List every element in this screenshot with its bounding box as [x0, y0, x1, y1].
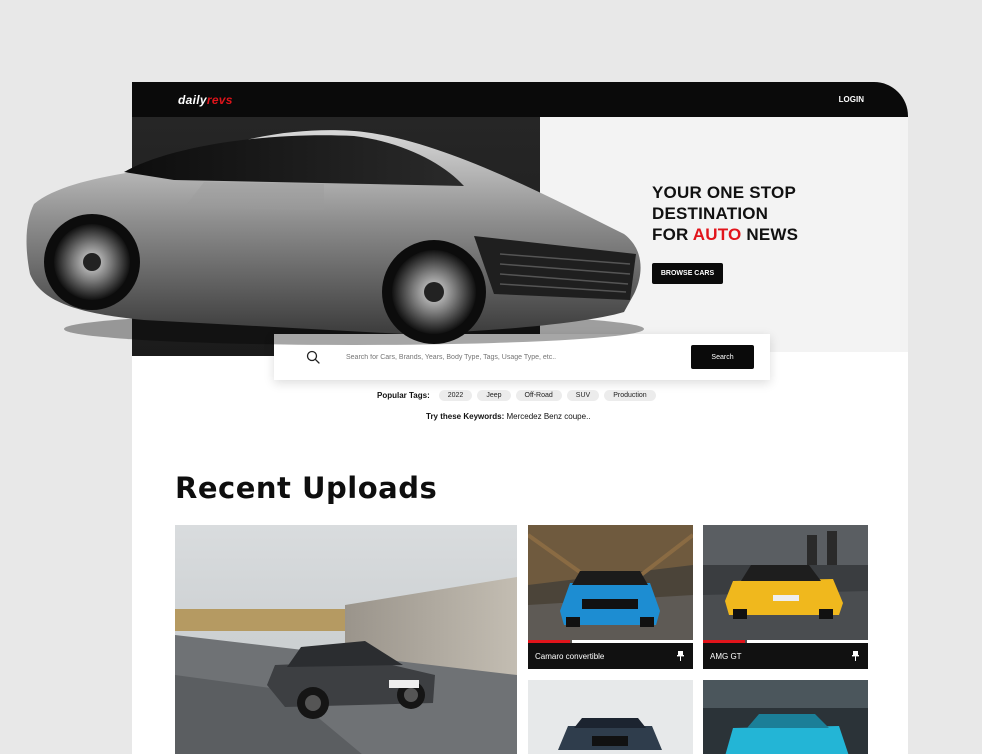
- headline-line-2: DESTINATION: [652, 204, 769, 223]
- search-button[interactable]: Search: [691, 345, 754, 369]
- site-logo[interactable]: dailyrevs: [178, 93, 233, 107]
- hero-headline: YOUR ONE STOP DESTINATION FOR AUTO NEWS: [652, 182, 798, 245]
- upload-card[interactable]: Camaro convertible: [528, 525, 693, 669]
- card-title: AMG GT: [710, 651, 742, 661]
- tag-suv[interactable]: SUV: [566, 390, 600, 401]
- tag-jeep[interactable]: Jeep: [477, 390, 511, 401]
- card-caption: AMG GT: [703, 643, 868, 669]
- recent-uploads-title: Recent Uploads: [175, 471, 438, 505]
- headline-line-1: YOUR ONE STOP: [652, 183, 796, 202]
- audi-image: [528, 680, 693, 754]
- logo-prefix: daily: [178, 93, 207, 107]
- tag-2022[interactable]: 2022: [438, 390, 473, 401]
- hero-car-image: [26, 130, 644, 345]
- login-link[interactable]: LOGIN: [839, 95, 864, 104]
- upload-card[interactable]: [703, 680, 868, 754]
- headline-auto: AUTO: [692, 225, 742, 244]
- porsche-image: [703, 680, 868, 754]
- keywords-value[interactable]: Mercedez Benz coupe..: [504, 412, 590, 421]
- popular-tags: Popular Tags: 2022 Jeep Off-Road SUV Pro…: [377, 390, 656, 401]
- tag-production[interactable]: Production: [604, 390, 656, 401]
- headline-news: NEWS: [741, 225, 799, 244]
- tag-off-road[interactable]: Off-Road: [515, 390, 562, 401]
- headline-line-3: FOR AUTO NEWS: [652, 224, 798, 245]
- card-title: Camaro convertible: [535, 651, 605, 661]
- keyword-suggestions: Try these Keywords: Mercedez Benz coupe.…: [426, 412, 591, 421]
- featured-upload-card[interactable]: [175, 525, 517, 754]
- amg-gt-image: [703, 525, 868, 643]
- pin-icon[interactable]: [851, 651, 860, 661]
- search-input[interactable]: [346, 349, 666, 365]
- headline-for: FOR: [652, 225, 693, 244]
- top-navbar: dailyrevs LOGIN: [132, 82, 908, 117]
- camaro-image: [528, 525, 693, 643]
- logo-suffix: revs: [206, 93, 233, 107]
- pin-icon[interactable]: [676, 651, 685, 661]
- keywords-label: Try these Keywords:: [426, 412, 505, 421]
- card-caption: Camaro convertible: [528, 643, 693, 669]
- browse-cars-button[interactable]: BROWSE CARS: [652, 263, 723, 284]
- search-icon[interactable]: [306, 350, 320, 364]
- upload-card[interactable]: [528, 680, 693, 754]
- featured-car-image: [175, 525, 517, 754]
- upload-card[interactable]: AMG GT: [703, 525, 868, 669]
- popular-tags-label: Popular Tags:: [377, 391, 430, 400]
